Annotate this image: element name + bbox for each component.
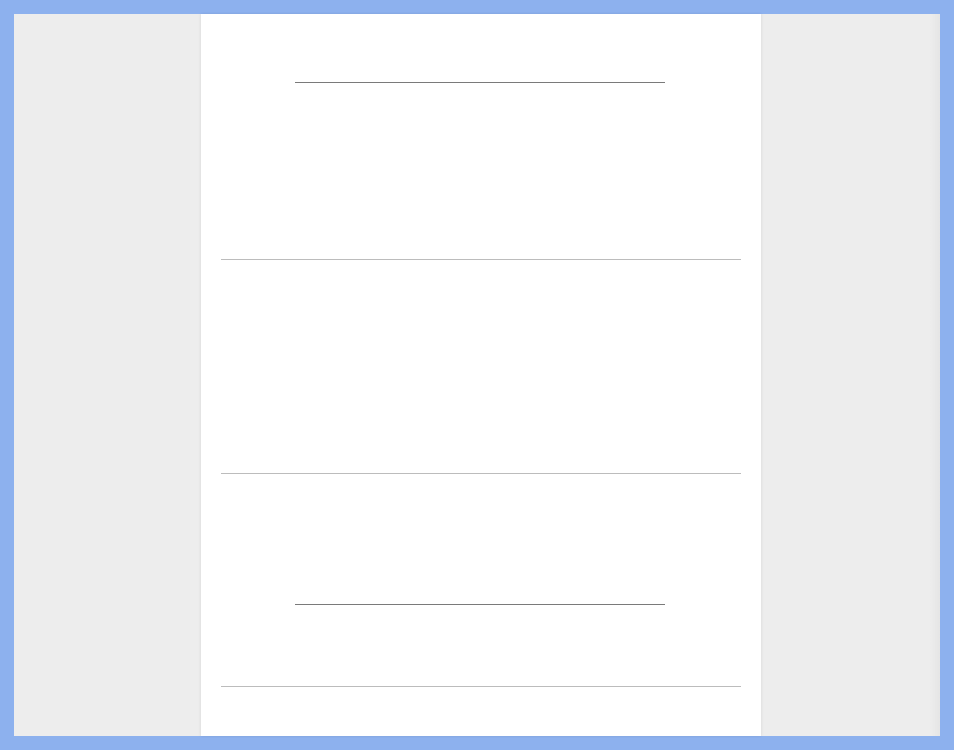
divider-line-long bbox=[221, 473, 741, 474]
right-margin bbox=[761, 14, 940, 736]
document-page[interactable] bbox=[201, 14, 761, 736]
divider-line-long bbox=[221, 259, 741, 260]
page-shadow bbox=[930, 14, 940, 736]
divider-line-short bbox=[295, 604, 665, 605]
divider-line-short bbox=[295, 82, 665, 83]
divider-line-long bbox=[221, 686, 741, 687]
left-margin bbox=[14, 14, 201, 736]
document-frame bbox=[14, 14, 940, 736]
